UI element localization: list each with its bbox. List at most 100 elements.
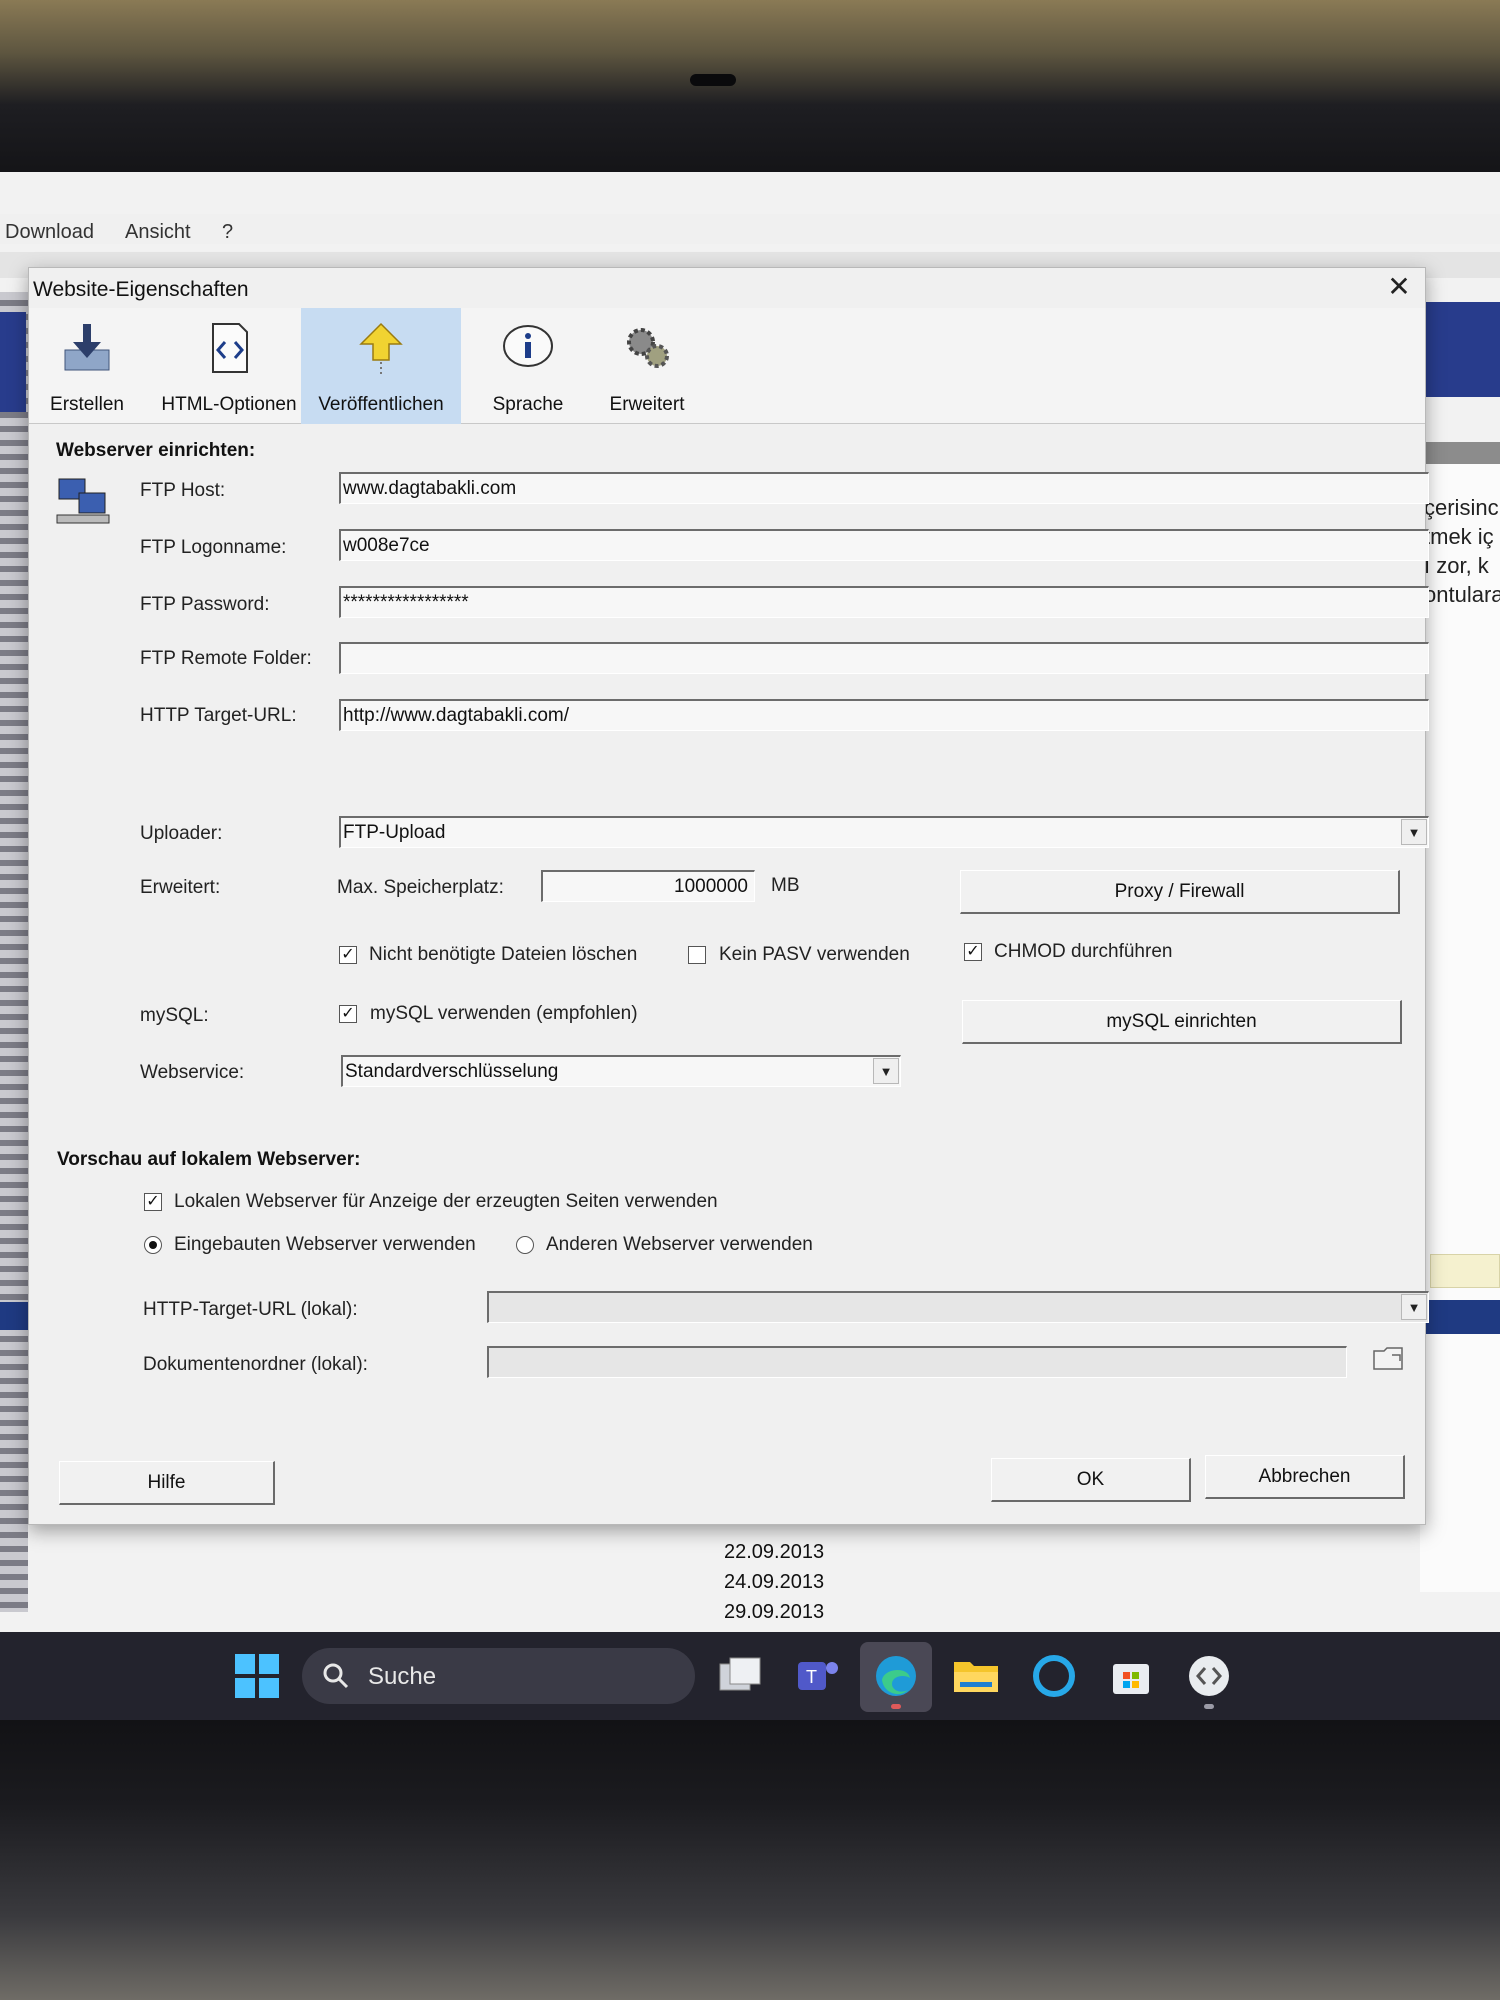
- no-pasv-checkbox[interactable]: [688, 946, 706, 964]
- proxy-firewall-button[interactable]: Proxy / Firewall: [960, 870, 1400, 914]
- mysql-setup-button[interactable]: mySQL einrichten: [962, 1000, 1402, 1044]
- website-properties-dialog: Website-Eigenschaften ✕ Erstellen HTML-O…: [28, 267, 1429, 1525]
- background-left-panel: [0, 292, 28, 1612]
- builtin-webserver-label: Eingebauten Webserver verwenden: [174, 1234, 476, 1255]
- uploader-value: FTP-Upload: [343, 822, 446, 843]
- gears-icon: [627, 328, 669, 368]
- tab-html-optionen[interactable]: HTML-Optionen: [147, 308, 311, 424]
- chmod-checkbox[interactable]: ✓: [964, 943, 982, 961]
- other-webserver-label: Anderen Webserver verwenden: [546, 1234, 813, 1255]
- web-editor-icon[interactable]: [1183, 1650, 1235, 1702]
- background-date: 29.09.2013: [724, 1601, 825, 1623]
- teams-icon[interactable]: T: [792, 1650, 844, 1702]
- ftp-host-label: FTP Host:: [140, 480, 226, 501]
- erweitert-label: Erweitert:: [140, 877, 221, 898]
- ftp-password-label: FTP Password:: [140, 594, 270, 615]
- chevron-down-icon[interactable]: ▼: [1401, 1294, 1427, 1320]
- delete-unused-label: Nicht benötigte Dateien löschen: [369, 944, 638, 965]
- cortana-icon[interactable]: [1028, 1650, 1080, 1702]
- menu-download[interactable]: Download: [5, 221, 94, 244]
- cancel-button[interactable]: Abbrechen: [1205, 1455, 1405, 1499]
- http-target-local-select[interactable]: ▼: [487, 1291, 1429, 1323]
- uploader-select[interactable]: FTP-Upload ▼: [339, 816, 1429, 848]
- delete-unused-checkbox[interactable]: ✓: [339, 946, 357, 964]
- code-icon: [212, 323, 248, 373]
- folder-open-icon[interactable]: [1372, 1343, 1406, 1373]
- background-text-line: ontulara: [1424, 582, 1500, 607]
- ftp-remote-folder-label: FTP Remote Folder:: [140, 648, 312, 669]
- ok-button[interactable]: OK: [991, 1458, 1191, 1502]
- tab-label: Erweitert: [609, 394, 685, 415]
- local-webserver-label: Lokalen Webserver für Anzeige der erzeug…: [174, 1191, 718, 1212]
- background-yellow-strip: [1430, 1254, 1500, 1288]
- max-space-unit: MB: [771, 875, 800, 896]
- http-target-input[interactable]: http://www.dagtabakli.com/: [339, 699, 1429, 731]
- dialog-title: Website-Eigenschaften: [33, 278, 249, 301]
- background-date: 22.09.2013: [724, 1541, 825, 1563]
- store-icon[interactable]: [1105, 1650, 1157, 1702]
- tab-label: HTML-Optionen: [161, 394, 297, 415]
- ftp-logon-input[interactable]: w008e7ce: [339, 529, 1429, 561]
- local-webserver-checkbox[interactable]: ✓: [144, 1193, 162, 1211]
- http-target-local-label: HTTP-Target-URL (lokal):: [143, 1299, 358, 1320]
- laptop-bezel-bottom: [0, 1720, 1500, 2000]
- background-blue-strip: [1420, 1300, 1500, 1334]
- chmod-label: CHMOD durchführen: [994, 941, 1173, 962]
- tab-label: Veröffentlichen: [318, 394, 444, 415]
- task-view-icon[interactable]: [714, 1650, 766, 1702]
- edge-icon[interactable]: [870, 1650, 922, 1702]
- webservice-value: Standardverschlüsselung: [345, 1061, 559, 1082]
- background-text-line: tmek iç: [1424, 524, 1494, 549]
- background-text-line: çerisinc: [1424, 495, 1499, 520]
- background-blue-strip: [0, 1302, 30, 1330]
- download-icon: [64, 324, 110, 371]
- menu-help[interactable]: ?: [222, 221, 233, 244]
- uploader-label: Uploader:: [140, 823, 223, 844]
- help-button[interactable]: Hilfe: [59, 1461, 275, 1505]
- tab-erstellen[interactable]: Erstellen: [37, 308, 137, 424]
- tab-bar: Erstellen HTML-Optionen Veröffentlichen: [29, 308, 1425, 424]
- tab-label: Sprache: [492, 394, 564, 415]
- chevron-down-icon[interactable]: ▼: [1401, 819, 1427, 845]
- background-text-line: ı zor, k: [1424, 553, 1489, 578]
- mysql-checkbox[interactable]: ✓: [339, 1005, 357, 1023]
- close-icon[interactable]: ✕: [1381, 270, 1417, 304]
- http-target-label: HTTP Target-URL:: [140, 705, 297, 726]
- max-space-label: Max. Speicherplatz:: [337, 877, 504, 898]
- taskbar-search[interactable]: [302, 1648, 695, 1704]
- webcam: [690, 74, 736, 86]
- doc-folder-input[interactable]: [487, 1346, 1347, 1378]
- chevron-down-icon[interactable]: ▼: [873, 1058, 899, 1084]
- max-space-input[interactable]: 1000000: [541, 870, 755, 902]
- doc-folder-label: Dokumentenordner (lokal):: [143, 1354, 368, 1375]
- background-header-right: [1420, 302, 1500, 397]
- network-computers-icon: [56, 478, 110, 524]
- active-app-indicator: [891, 1704, 901, 1709]
- svg-text:T: T: [806, 1667, 817, 1687]
- search-placeholder: Suche: [368, 1663, 437, 1690]
- mysql-label: mySQL:: [140, 1005, 209, 1026]
- ftp-password-input[interactable]: *****************: [339, 586, 1429, 618]
- file-explorer-icon[interactable]: [950, 1650, 1002, 1702]
- info-icon: [503, 325, 553, 367]
- tab-erweitert[interactable]: Erweitert: [589, 308, 705, 424]
- webservice-label: Webservice:: [140, 1062, 245, 1083]
- screen: Download Ansicht ? çerisinc tmek iç ı zo…: [0, 172, 1500, 1632]
- no-pasv-label: Kein PASV verwenden: [719, 944, 910, 965]
- menu-ansicht[interactable]: Ansicht: [125, 221, 191, 244]
- tab-label: Erstellen: [50, 394, 124, 415]
- background-gray-strip: [1420, 442, 1500, 464]
- running-app-indicator: [1204, 1704, 1214, 1709]
- other-webserver-radio[interactable]: [516, 1236, 534, 1254]
- windows-start-icon[interactable]: [231, 1650, 283, 1702]
- builtin-webserver-radio[interactable]: [144, 1236, 162, 1254]
- ftp-remote-folder-input[interactable]: [339, 642, 1429, 674]
- tab-veroeffentlichen[interactable]: Veröffentlichen: [301, 308, 461, 424]
- background-right-panel: [1420, 442, 1500, 1592]
- tab-sprache[interactable]: Sprache: [473, 308, 583, 424]
- ftp-host-input[interactable]: www.dagtabakli.com: [339, 472, 1429, 504]
- upload-arrow-icon: [359, 322, 403, 374]
- webservice-select[interactable]: Standardverschlüsselung ▼: [341, 1055, 901, 1087]
- background-date: 24.09.2013: [724, 1571, 825, 1593]
- webserver-heading: Webserver einrichten:: [56, 440, 256, 461]
